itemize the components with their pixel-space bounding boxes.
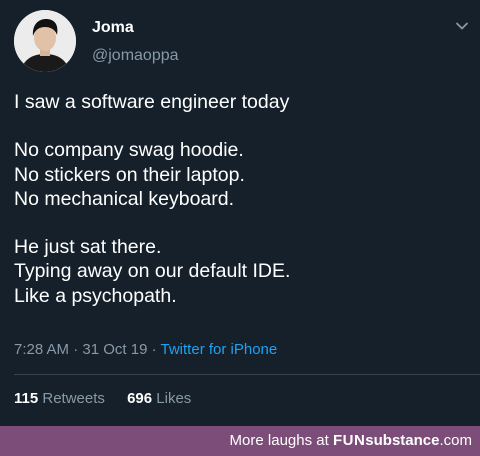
likes-count: 696 <box>127 390 153 407</box>
meta-separator: · <box>73 341 79 358</box>
retweets-label: Retweets <box>42 390 105 407</box>
tweet-line: No stickers on their laptop. <box>14 163 245 186</box>
tweet-line: No mechanical keyboard. <box>14 187 235 210</box>
tweet-text: I saw a software engineer today No compa… <box>14 90 470 308</box>
likes-stat[interactable]: 696 Likes <box>127 390 191 407</box>
tweet-meta: 7:28 AM · 31 Oct 19 · Twitter for iPhone <box>14 340 277 360</box>
meta-separator: · <box>151 341 157 358</box>
likes-label: Likes <box>156 390 192 407</box>
tweet-line: Typing away on our default IDE. <box>14 260 291 283</box>
tweet-line: Like a psychopath. <box>14 284 177 307</box>
brand-substance: substance <box>365 432 440 449</box>
tweet-line: He just sat there. <box>14 236 162 259</box>
avatar[interactable] <box>14 10 76 72</box>
watermark-text: More laughs at FUNsubstance.com <box>230 426 472 456</box>
author-handle[interactable]: @jomaoppa <box>92 46 179 66</box>
author-name[interactable]: Joma <box>92 18 134 38</box>
brand-fun: FUN <box>332 432 366 449</box>
tweet-line: I saw a software engineer today <box>14 91 290 113</box>
divider <box>14 374 480 375</box>
tweet-stats: 115 Retweets 696 Likes <box>14 389 209 409</box>
tweet-date[interactable]: 31 Oct 19 <box>82 341 147 358</box>
retweets-count: 115 <box>14 390 39 407</box>
avatar-photo <box>14 10 76 72</box>
tweet-line: No company swag hoodie. <box>14 139 244 162</box>
retweets-stat[interactable]: 115 Retweets <box>14 390 109 407</box>
chevron-down-icon[interactable] <box>454 18 470 34</box>
watermark-banner: More laughs at FUNsubstance.com <box>0 426 480 456</box>
tweet-time[interactable]: 7:28 AM <box>14 341 69 358</box>
tweet-source-link[interactable]: Twitter for iPhone <box>161 341 278 358</box>
brand-suffix: .com <box>439 432 472 449</box>
watermark-prefix: More laughs at <box>229 432 329 449</box>
tweet-card: Joma @jomaoppa I saw a software engineer… <box>0 0 480 426</box>
